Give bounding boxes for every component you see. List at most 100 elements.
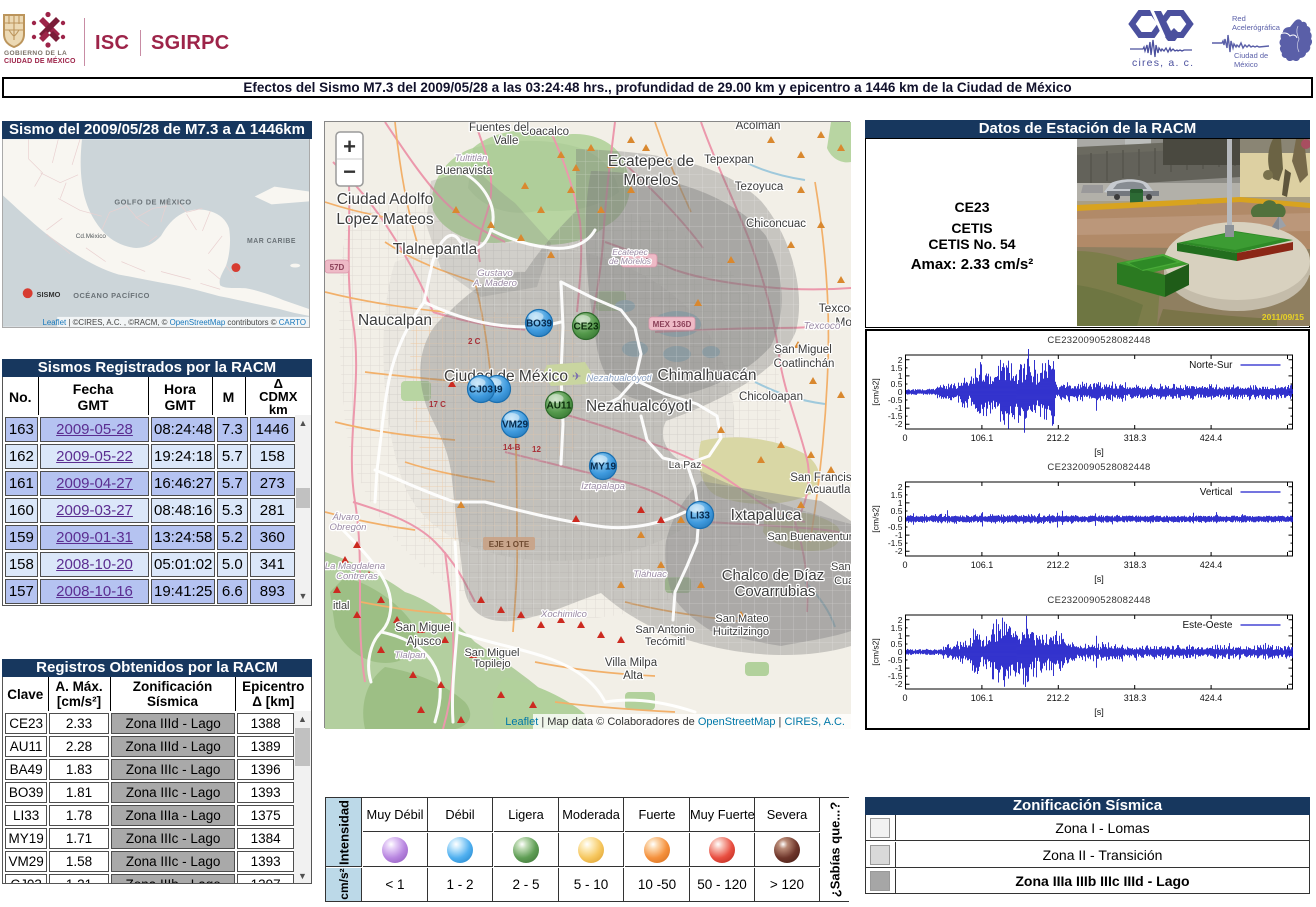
svg-text:−: − — [343, 159, 356, 184]
svg-text:Tláhuac: Tláhuac — [633, 569, 667, 580]
svg-text:San Buenaventura: San Buenaventura — [767, 531, 851, 543]
svg-text:Villa Milpa: Villa Milpa — [605, 657, 658, 669]
svg-text:Acolman: Acolman — [736, 122, 781, 132]
svg-text:2011/09/15: 2011/09/15 — [1262, 312, 1304, 322]
svg-text:0: 0 — [902, 693, 907, 703]
svg-text:106.1: 106.1 — [971, 560, 994, 570]
svg-text:Nezahualcóyotl: Nezahualcóyotl — [587, 373, 653, 384]
svg-text:Naucalpan: Naucalpan — [358, 312, 432, 329]
svg-text:de Morelos: de Morelos — [609, 256, 652, 266]
svg-text:Contreras: Contreras — [336, 571, 378, 582]
svg-text:Ajusco: Ajusco — [407, 636, 442, 648]
svg-text:Tezoyuca: Tezoyuca — [735, 181, 784, 193]
svg-text:La Paz: La Paz — [669, 459, 702, 471]
svg-text:212.2: 212.2 — [1047, 693, 1070, 703]
svg-text:San Ma: San Ma — [831, 561, 851, 573]
svg-text:-2: -2 — [895, 419, 903, 429]
svg-text:0: 0 — [902, 560, 907, 570]
svg-text:[cm/s2]: [cm/s2] — [871, 378, 881, 405]
svg-text:VM29: VM29 — [502, 420, 529, 431]
svg-text:MAR CARIBE: MAR CARIBE — [247, 237, 296, 244]
svg-text:CJ03: CJ03 — [469, 385, 493, 396]
svg-text:424.4: 424.4 — [1200, 433, 1223, 443]
svg-text:Leaflet | ©CIRES, A.C. , ©RACM: Leaflet | ©CIRES, A.C. , ©RACM, © OpenSt… — [43, 317, 307, 326]
svg-text:[s]: [s] — [1094, 707, 1104, 717]
svg-text:cires, a. c.: cires, a. c. — [1132, 57, 1194, 69]
svg-text:14-B: 14-B — [503, 443, 521, 452]
svg-text:-2: -2 — [895, 679, 903, 689]
svg-text:Chimalhuacán: Chimalhuacán — [657, 367, 756, 384]
svg-text:Huitzilzingo: Huitzilzingo — [713, 626, 769, 638]
svg-text:CE2320090528082448: CE2320090528082448 — [1047, 462, 1150, 473]
svg-text:A. Madero: A. Madero — [472, 278, 517, 289]
svg-text:318.3: 318.3 — [1124, 560, 1147, 570]
svg-text:106.1: 106.1 — [971, 693, 994, 703]
svg-text:[s]: [s] — [1094, 447, 1104, 457]
svg-text:MEX 136D: MEX 136D — [653, 320, 692, 329]
svg-text:Ixtapaluca: Ixtapaluca — [731, 507, 802, 524]
svg-text:San Miguel: San Miguel — [395, 622, 453, 634]
svg-text:[s]: [s] — [1094, 574, 1104, 584]
svg-text:[cm/s2]: [cm/s2] — [871, 638, 881, 665]
svg-text:MY19: MY19 — [590, 462, 617, 473]
svg-text:Vertical: Vertical — [1200, 487, 1233, 498]
svg-text:-2: -2 — [895, 546, 903, 556]
svg-text:106.1: 106.1 — [971, 433, 994, 443]
svg-text:✈: ✈ — [572, 371, 581, 383]
svg-text:Chalco de Díaz: Chalco de Díaz — [722, 567, 825, 584]
svg-text:17 C: 17 C — [429, 400, 446, 409]
svg-text:México: México — [1234, 60, 1258, 69]
svg-text:212.2: 212.2 — [1047, 433, 1070, 443]
svg-text:Tecómitl: Tecómitl — [645, 636, 685, 648]
svg-text:LI33: LI33 — [690, 511, 710, 522]
svg-text:Texcoco: Texcoco — [804, 321, 841, 332]
svg-text:57D: 57D — [330, 263, 345, 272]
svg-text:Xochimilco: Xochimilco — [540, 609, 587, 620]
svg-text:424.4: 424.4 — [1200, 693, 1223, 703]
svg-text:Acuautla: Acuautla — [806, 484, 851, 496]
svg-text:Chiconcuac: Chiconcuac — [746, 218, 806, 230]
svg-text:itlal: itlal — [333, 600, 350, 612]
svg-text:Ciudad Adolfo: Ciudad Adolfo — [337, 191, 434, 208]
svg-text:318.3: 318.3 — [1124, 693, 1147, 703]
svg-text:Valle: Valle — [494, 135, 519, 147]
svg-text:Topilejo: Topilejo — [473, 658, 510, 670]
svg-text:424.4: 424.4 — [1200, 560, 1223, 570]
svg-text:CE23: CE23 — [573, 322, 598, 333]
svg-text:BO39: BO39 — [526, 319, 553, 330]
svg-text:318.3: 318.3 — [1124, 433, 1147, 443]
svg-text:San Miguel: San Miguel — [774, 344, 832, 356]
svg-text:Norte-Sur: Norte-Sur — [1189, 360, 1233, 371]
svg-text:EJE 1 OTE: EJE 1 OTE — [489, 540, 530, 549]
svg-text:Ecatepec de: Ecatepec de — [608, 153, 694, 170]
svg-text:San Antonio: San Antonio — [635, 624, 694, 636]
svg-text:Iztapalapa: Iztapalapa — [581, 481, 625, 492]
svg-text:San Francisco: San Francisco — [790, 472, 851, 484]
svg-text:San Mateo: San Mateo — [715, 613, 768, 625]
svg-text:Coatlinchán: Coatlinchán — [774, 358, 835, 370]
svg-text:Tultitlán: Tultitlán — [455, 153, 488, 164]
svg-text:Red: Red — [1232, 14, 1246, 23]
svg-text:Covarrubias: Covarrubias — [735, 583, 816, 600]
svg-text:Leaflet | Map data © Colaborad: Leaflet | Map data © Colaboradores de Op… — [505, 716, 845, 728]
svg-text:[cm/s2]: [cm/s2] — [871, 505, 881, 532]
svg-text:OCÉANO PACÍFICO: OCÉANO PACÍFICO — [73, 291, 150, 300]
svg-text:Morelos: Morelos — [623, 172, 678, 189]
svg-text:GOLFO DE MÉXICO: GOLFO DE MÉXICO — [114, 197, 191, 206]
svg-text:Texcoco de: Texcoco de — [819, 301, 851, 315]
svg-text:Nezahualcóyotl: Nezahualcóyotl — [586, 398, 692, 415]
svg-text:AU11: AU11 — [546, 401, 571, 412]
svg-text:Fuentes del: Fuentes del — [469, 122, 529, 134]
svg-text:Buenavista: Buenavista — [436, 165, 494, 177]
svg-text:0: 0 — [902, 433, 907, 443]
svg-text:12: 12 — [532, 445, 541, 454]
svg-text:Tlalnepantla: Tlalnepantla — [393, 241, 478, 258]
svg-text:Obregón: Obregón — [330, 522, 367, 533]
svg-text:CE2320090528082448: CE2320090528082448 — [1047, 335, 1150, 346]
svg-text:Ciudad de: Ciudad de — [1234, 51, 1268, 60]
svg-text:Cuautl: Cuautl — [834, 575, 851, 587]
svg-text:Chicoloapan: Chicoloapan — [739, 391, 803, 403]
svg-text:Tepexpan: Tepexpan — [704, 154, 754, 166]
svg-text:Acelerógráfica: Acelerógráfica — [1232, 23, 1281, 32]
svg-text:Tlalpan: Tlalpan — [394, 650, 425, 661]
